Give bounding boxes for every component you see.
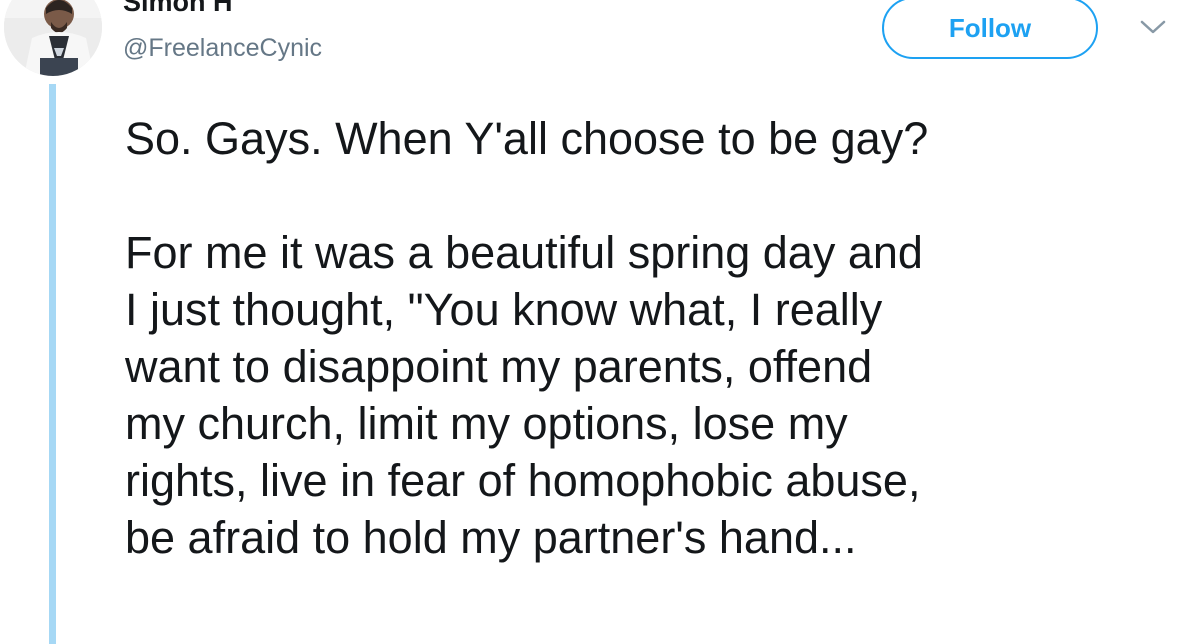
chevron-down-icon[interactable] bbox=[1138, 17, 1168, 37]
tweet-first-paragraph: So. Gays. When Y'all choose to be gay? bbox=[125, 113, 929, 164]
follow-button[interactable]: Follow bbox=[882, 0, 1098, 59]
tweet-line: rights, live in fear of homophobic abuse… bbox=[125, 455, 921, 506]
profile-photo bbox=[4, 0, 102, 76]
author-handle[interactable]: @FreelanceCynic bbox=[123, 33, 322, 63]
tweet-line: I just thought, "You know what, I really bbox=[125, 284, 883, 335]
tweet-line: be afraid to hold my partner's hand... bbox=[125, 512, 857, 563]
avatar[interactable] bbox=[4, 0, 102, 76]
thread-line bbox=[49, 84, 56, 644]
tweet-line: For me it was a beautiful spring day and bbox=[125, 227, 923, 278]
tweet-line: want to disappoint my parents, offend bbox=[125, 341, 873, 392]
author-display-name[interactable]: Simon H bbox=[123, 0, 233, 18]
tweet-line: my church, limit my options, lose my bbox=[125, 398, 848, 449]
tweet-text: So. Gays. When Y'all choose to be gay? F… bbox=[125, 110, 1190, 566]
